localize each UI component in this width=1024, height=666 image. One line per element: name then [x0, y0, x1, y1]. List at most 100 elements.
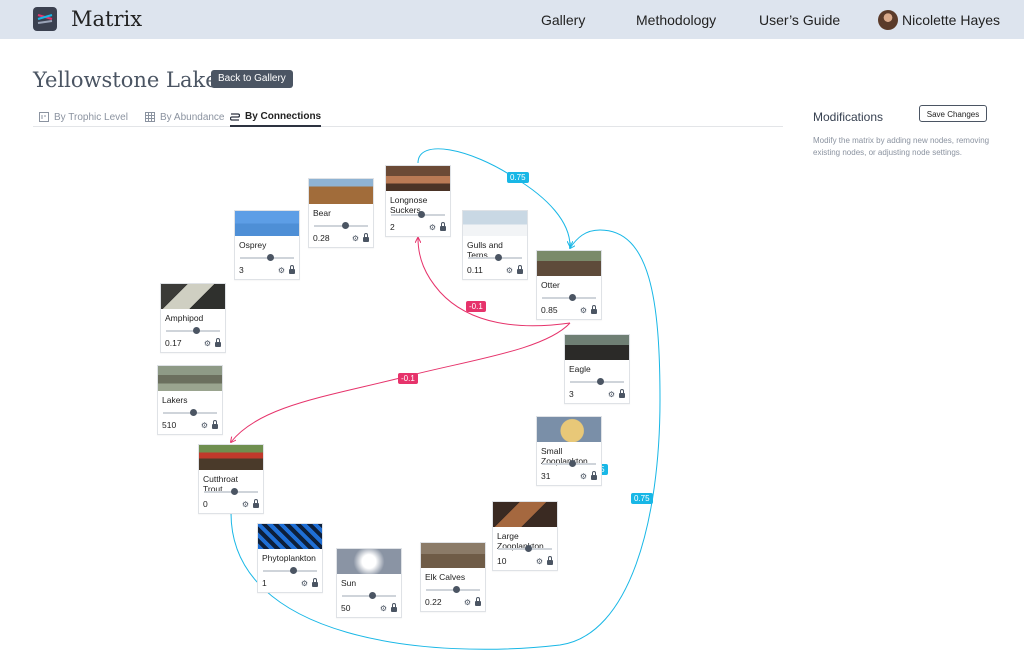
longnose-suckers-image [386, 166, 450, 191]
edge-weight-label[interactable]: 0.75 [631, 493, 653, 504]
slider-knob[interactable] [193, 327, 200, 334]
node-value: 510 [162, 420, 177, 430]
slider-knob[interactable] [569, 294, 576, 301]
node-value: 1 [262, 578, 267, 588]
slider-knob[interactable] [342, 222, 349, 229]
lock-icon[interactable] [591, 471, 597, 480]
edge-weight-label[interactable]: -0.1 [466, 301, 486, 312]
eagle-image [565, 335, 629, 360]
lock-icon[interactable] [363, 233, 369, 242]
value-slider[interactable] [391, 211, 445, 218]
slider-knob[interactable] [597, 378, 604, 385]
node-value: 0.28 [313, 233, 330, 243]
gear-icon[interactable]: ⚙ [580, 472, 587, 481]
gear-icon[interactable]: ⚙ [301, 579, 308, 588]
sun-image [337, 549, 401, 574]
node-amphipod[interactable]: Amphipod 0.17 ⚙ [160, 283, 226, 353]
lock-icon[interactable] [312, 578, 318, 587]
node-name: Otter [541, 280, 560, 290]
gear-icon[interactable]: ⚙ [464, 598, 471, 607]
value-slider[interactable] [314, 222, 368, 229]
slider-knob[interactable] [525, 545, 532, 552]
gear-icon[interactable]: ⚙ [278, 266, 285, 275]
slider-knob[interactable] [453, 586, 460, 593]
value-slider[interactable] [498, 545, 552, 552]
unlock-icon[interactable] [212, 420, 218, 429]
lock-icon[interactable] [289, 265, 295, 274]
slider-knob[interactable] [267, 254, 274, 261]
lock-icon[interactable] [440, 222, 446, 231]
node-value: 50 [341, 603, 351, 613]
slider-knob[interactable] [231, 488, 238, 495]
node-cutthroat-trout[interactable]: Cutthroat Trout 0 ⚙ [198, 444, 264, 514]
gear-icon[interactable]: ⚙ [536, 557, 543, 566]
gear-icon[interactable]: ⚙ [204, 339, 211, 348]
slider-knob[interactable] [418, 211, 425, 218]
lock-icon[interactable] [215, 338, 221, 347]
node-name: Sun [341, 578, 357, 588]
lock-icon[interactable] [547, 556, 553, 565]
node-value: 0.11 [467, 265, 483, 275]
lock-icon[interactable] [619, 389, 625, 398]
slider-knob[interactable] [290, 567, 297, 574]
node-osprey[interactable]: Osprey 3 ⚙ [234, 210, 300, 280]
node-value: 10 [497, 556, 507, 566]
lock-icon[interactable] [475, 597, 481, 606]
otter-image [537, 251, 601, 276]
value-slider[interactable] [240, 254, 294, 261]
node-value: 3 [569, 389, 574, 399]
value-slider[interactable] [468, 254, 522, 261]
unlock-icon[interactable] [253, 499, 259, 508]
gear-icon[interactable]: ⚙ [352, 234, 359, 243]
node-name: Eagle [569, 364, 591, 374]
node-eagle[interactable]: Eagle 3 ⚙ [564, 334, 630, 404]
slider-knob[interactable] [190, 409, 197, 416]
lock-icon[interactable] [391, 603, 397, 612]
value-slider[interactable] [426, 586, 480, 593]
node-elk-calves[interactable]: Elk Calves 0.22 ⚙ [420, 542, 486, 612]
node-sun[interactable]: Sun 50 ⚙ [336, 548, 402, 618]
node-value: 31 [541, 471, 551, 481]
value-slider[interactable] [542, 460, 596, 467]
gear-icon[interactable]: ⚙ [608, 390, 615, 399]
node-large-zooplankton[interactable]: Large Zooplankton 10 ⚙ [492, 501, 558, 571]
slider-knob[interactable] [569, 460, 576, 467]
node-otter[interactable]: Otter 0.85 ⚙ [536, 250, 602, 320]
value-slider[interactable] [163, 409, 217, 416]
node-name: Elk Calves [425, 572, 466, 582]
gear-icon[interactable]: ⚙ [201, 421, 208, 430]
gear-icon[interactable]: ⚙ [242, 500, 249, 509]
node-small-zooplankton[interactable]: Small Zooplankton 31 ⚙ [536, 416, 602, 486]
gear-icon[interactable]: ⚙ [429, 223, 436, 232]
bear-image [309, 179, 373, 204]
gear-icon[interactable]: ⚙ [580, 306, 587, 315]
value-slider[interactable] [342, 592, 396, 599]
node-name: Phytoplankton [262, 553, 316, 563]
value-slider[interactable] [166, 327, 220, 334]
edge-weight-label[interactable]: -0.1 [398, 373, 418, 384]
lock-icon[interactable] [591, 305, 597, 314]
node-bear[interactable]: Bear 0.28 ⚙ [308, 178, 374, 248]
node-name: Bear [313, 208, 331, 218]
small-zooplankton-image [537, 417, 601, 442]
amphipod-image [161, 284, 225, 309]
edge-weight-label[interactable]: 0.75 [507, 172, 529, 183]
node-value: 0.22 [425, 597, 442, 607]
slider-knob[interactable] [369, 592, 376, 599]
node-lakers[interactable]: Lakers 510 ⚙ [157, 365, 223, 435]
slider-knob[interactable] [495, 254, 502, 261]
value-slider[interactable] [263, 567, 317, 574]
gear-icon[interactable]: ⚙ [380, 604, 387, 613]
value-slider[interactable] [542, 294, 596, 301]
gear-icon[interactable]: ⚙ [506, 266, 513, 275]
node-longnose-suckers[interactable]: Longnose Suckers 2 ⚙ [385, 165, 451, 237]
value-slider[interactable] [204, 488, 258, 495]
node-name: Lakers [162, 395, 188, 405]
node-gulls-and-terns[interactable]: Gulls and Terns 0.11 ⚙ [462, 210, 528, 280]
node-value: 0.85 [541, 305, 558, 315]
node-name: Amphipod [165, 313, 204, 323]
node-phytoplankton[interactable]: Phytoplankton 1 ⚙ [257, 523, 323, 593]
lock-icon[interactable] [517, 265, 523, 274]
value-slider[interactable] [570, 378, 624, 385]
phytoplankton-image [258, 524, 322, 549]
